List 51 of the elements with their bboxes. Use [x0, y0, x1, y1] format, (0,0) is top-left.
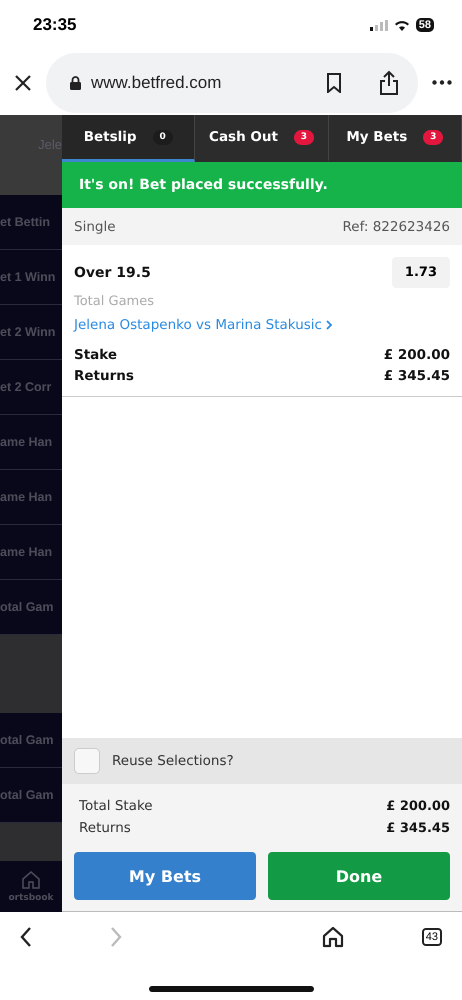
reuse-label: Reuse Selections? [112, 753, 234, 769]
count-badge: 0 [152, 130, 173, 144]
success-banner: It's on! Bet placed successfully. [62, 162, 462, 208]
chevron-icon [326, 320, 332, 330]
returns-label: Returns [74, 368, 134, 384]
bet-type: Single [74, 218, 116, 234]
reuse-checkbox[interactable] [74, 748, 100, 774]
stake-label: Stake [74, 347, 118, 363]
total-label: Total Stake [79, 798, 153, 814]
tab-count-button[interactable]: 43 [422, 928, 442, 946]
market-title: ame Han [0, 435, 52, 449]
count-badge: 3 [423, 130, 444, 144]
section-band [0, 823, 62, 861]
bet-reference: Ref: 822623426 [342, 218, 450, 234]
wifi-icon [394, 19, 410, 31]
back-button[interactable] [20, 926, 32, 948]
market-title: et 2 Corr [0, 380, 52, 394]
total-value: £ 345.45 [386, 820, 450, 836]
total-value: £ 200.00 [386, 798, 450, 814]
odds-value: 1.73 [392, 257, 450, 288]
market-title: otal Gam [0, 788, 54, 802]
market-title: ame Han [0, 545, 52, 559]
market-title: otal Gam [0, 600, 54, 614]
count-badge: 3 [294, 130, 314, 144]
event-link[interactable]: Jelena Ostapenko vs Marina Stakusic [74, 317, 450, 333]
action-button[interactable]: My Bets [74, 852, 256, 900]
clock-time: 23:35 [33, 15, 76, 35]
selection-name: Over 19.5 [74, 264, 151, 280]
share-icon[interactable] [378, 70, 400, 96]
signal-icon [370, 20, 388, 30]
address-bar[interactable]: www.betfred.com [46, 52, 418, 112]
lock-icon [70, 76, 81, 90]
url-text: www.betfred.com [91, 72, 222, 92]
nav-label: ortsbook [8, 892, 54, 902]
home-button[interactable] [322, 926, 344, 948]
stake-value: £ 200.00 [384, 347, 450, 363]
market-title: et 2 Winn [0, 325, 56, 339]
total-label: Returns [79, 820, 131, 836]
market-title: ame Han [0, 490, 52, 504]
market-name: Total Games [74, 294, 155, 309]
returns-value: £ 345.45 [384, 368, 450, 384]
market-title: et Bettin [0, 215, 50, 229]
market-title: et 1 Winn [0, 270, 56, 284]
more-icon[interactable] [432, 80, 452, 85]
bookmark-icon[interactable] [326, 72, 342, 92]
home-icon [21, 870, 41, 888]
action-button[interactable]: Done [268, 852, 450, 900]
battery-level: 58 [416, 18, 434, 32]
market-title: otal Gam [0, 733, 54, 747]
betslip-tab[interactable]: Betslip 0 [62, 115, 196, 162]
close-button[interactable] [14, 74, 32, 92]
